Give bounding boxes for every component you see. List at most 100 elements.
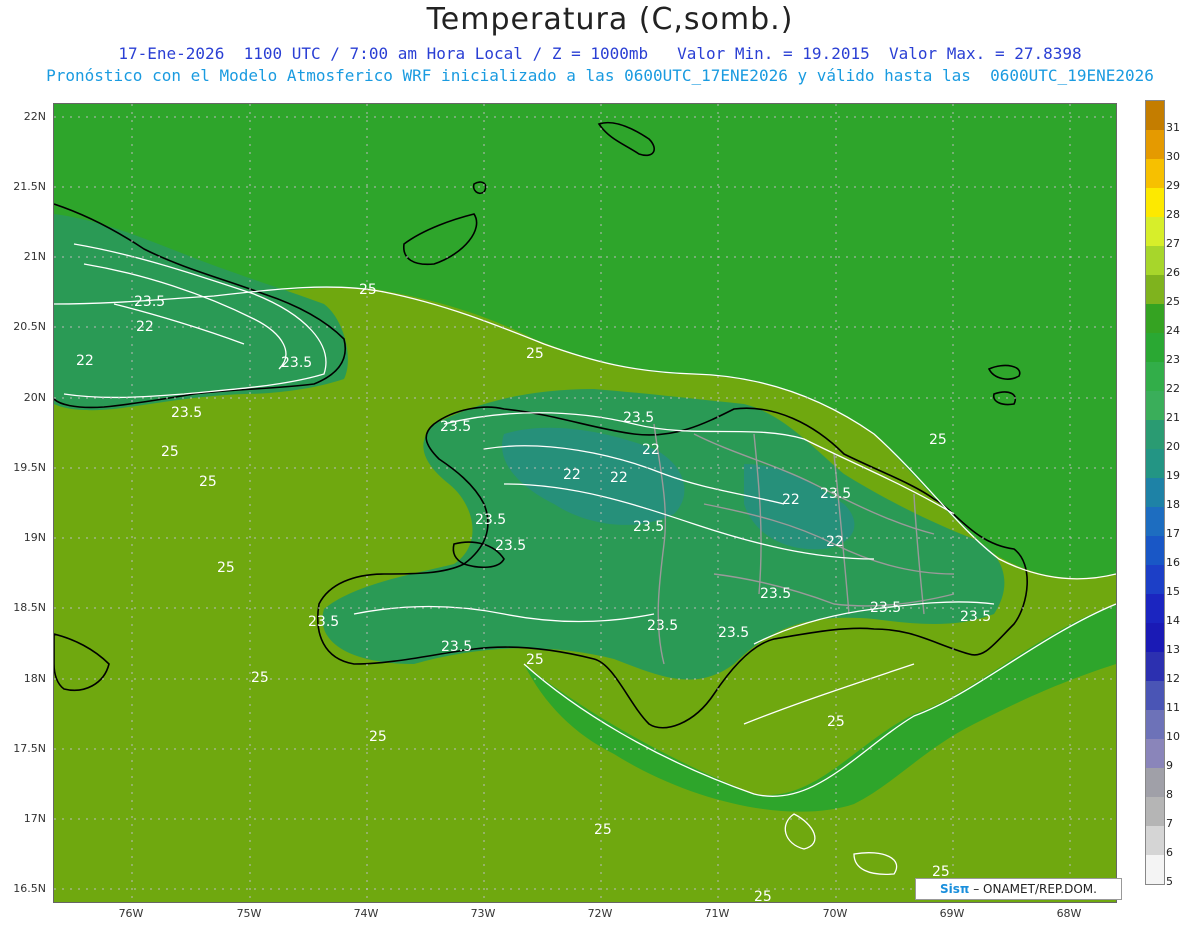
legend-swatch: [1146, 594, 1164, 623]
legend-swatch: [1146, 362, 1164, 391]
lon-label-75w: 75W: [236, 907, 262, 920]
contour-label-23-5: 23.5: [647, 618, 678, 634]
legend-swatch: [1146, 304, 1164, 333]
lat-label-22n: 22N: [23, 110, 46, 123]
map-title: Temperatura (C,somb.): [426, 2, 794, 37]
legend-label: 19: [1166, 469, 1180, 482]
lat-label-19-5n: 19.5N: [13, 461, 46, 474]
credit-box: Sisπ – ONAMET/REP.DOM.: [915, 878, 1122, 900]
legend-label: 27: [1166, 237, 1180, 250]
sispi-logo: Sisπ: [940, 882, 970, 896]
lon-label-74w: 74W: [353, 907, 379, 920]
contour-label-23-5: 23.5: [495, 538, 526, 554]
legend-swatch: [1146, 855, 1164, 884]
contour-label-22: 22: [782, 492, 800, 508]
lat-label-16-5n: 16.5N: [13, 882, 46, 895]
legend-swatch: [1146, 391, 1164, 420]
legend-label: 16: [1166, 556, 1180, 569]
legend-swatch: [1146, 478, 1164, 507]
legend-label: 15: [1166, 585, 1180, 598]
legend-label: 11: [1166, 701, 1180, 714]
subtitle-model-info: Pronóstico con el Modelo Atmosferico WRF…: [46, 66, 1154, 85]
lat-label-20-5n: 20.5N: [13, 320, 46, 333]
legend-label: 30: [1166, 150, 1180, 163]
legend-swatch: [1146, 333, 1164, 362]
contour-label-23-5: 23.5: [440, 419, 471, 435]
contour-label-23-5: 23.5: [281, 355, 312, 371]
legend-label: 29: [1166, 179, 1180, 192]
color-legend: [1145, 100, 1165, 885]
contour-label-25: 25: [754, 889, 772, 902]
contour-label-25: 25: [161, 444, 179, 460]
legend-label: 5: [1166, 875, 1173, 888]
legend-swatch: [1146, 623, 1164, 652]
contour-label-22: 22: [642, 442, 660, 458]
contour-label-23-5: 23.5: [623, 410, 654, 426]
contour-label-25: 25: [929, 432, 947, 448]
lat-label-18n: 18N: [23, 672, 46, 685]
legend-swatch: [1146, 449, 1164, 478]
legend-swatch: [1146, 130, 1164, 159]
lon-label-76w: 76W: [118, 907, 144, 920]
contour-label-23-5: 23.5: [308, 614, 339, 630]
contour-label-22: 22: [610, 470, 628, 486]
legend-swatch: [1146, 536, 1164, 565]
legend-label: 20: [1166, 440, 1180, 453]
legend-label: 13: [1166, 643, 1180, 656]
legend-swatch: [1146, 739, 1164, 768]
contour-label-22: 22: [563, 467, 581, 483]
legend-swatch: [1146, 217, 1164, 246]
legend-swatch: [1146, 420, 1164, 449]
contour-label-23-5: 23.5: [960, 609, 991, 625]
contour-label-25: 25: [369, 729, 387, 745]
legend-swatch: [1146, 101, 1164, 130]
lat-label-18-5n: 18.5N: [13, 601, 46, 614]
lon-label-71w: 71W: [704, 907, 730, 920]
lon-label-70w: 70W: [822, 907, 848, 920]
contour-label-25: 25: [359, 282, 377, 298]
legend-swatch: [1146, 507, 1164, 536]
legend-label: 24: [1166, 324, 1180, 337]
legend-swatch: [1146, 826, 1164, 855]
legend-swatch: [1146, 275, 1164, 304]
legend-label: 31: [1166, 121, 1180, 134]
legend-swatch: [1146, 768, 1164, 797]
legend-label: 22: [1166, 382, 1180, 395]
contour-label-23-5: 23.5: [870, 600, 901, 616]
contour-label-22: 22: [826, 534, 844, 550]
legend-label: 14: [1166, 614, 1180, 627]
contour-label-25: 25: [594, 822, 612, 838]
contour-label-25: 25: [526, 652, 544, 668]
legend-label: 7: [1166, 817, 1173, 830]
legend-swatch: [1146, 797, 1164, 826]
contour-label-23-5: 23.5: [171, 405, 202, 421]
legend-swatch: [1146, 652, 1164, 681]
contour-label-23-5: 23.5: [760, 586, 791, 602]
legend-label: 21: [1166, 411, 1180, 424]
legend-swatch: [1146, 710, 1164, 739]
contour-label-23-5: 23.5: [441, 639, 472, 655]
contour-label-25: 25: [217, 560, 235, 576]
legend-swatch: [1146, 565, 1164, 594]
lon-label-68w: 68W: [1056, 907, 1082, 920]
credit-org: – ONAMET/REP.DOM.: [969, 882, 1097, 896]
legend-swatch: [1146, 159, 1164, 188]
lat-label-17-5n: 17.5N: [13, 742, 46, 755]
lat-label-20n: 20N: [23, 391, 46, 404]
lat-label-21-5n: 21.5N: [13, 180, 46, 193]
contour-label-23-5: 23.5: [633, 519, 664, 535]
lat-label-17n: 17N: [23, 812, 46, 825]
contour-label-22: 22: [76, 353, 94, 369]
legend-label: 8: [1166, 788, 1173, 801]
legend-label: 25: [1166, 295, 1180, 308]
contour-label-23-5: 23.5: [718, 625, 749, 641]
lon-label-73w: 73W: [470, 907, 496, 920]
contour-label-23-5: 23.5: [134, 294, 165, 310]
map-panel[interactable]: 25 25 25 25 25 25 25 25 25 25 25 25 25 2…: [53, 103, 1117, 903]
legend-label: 9: [1166, 759, 1173, 772]
legend-label: 18: [1166, 498, 1180, 511]
subtitle-date-range: 17-Ene-2026 1100 UTC / 7:00 am Hora Loca…: [118, 44, 1082, 63]
lat-label-21n: 21N: [23, 250, 46, 263]
temperature-map[interactable]: 25 25 25 25 25 25 25 25 25 25 25 25 25 2…: [54, 104, 1116, 902]
contour-label-25: 25: [526, 346, 544, 362]
